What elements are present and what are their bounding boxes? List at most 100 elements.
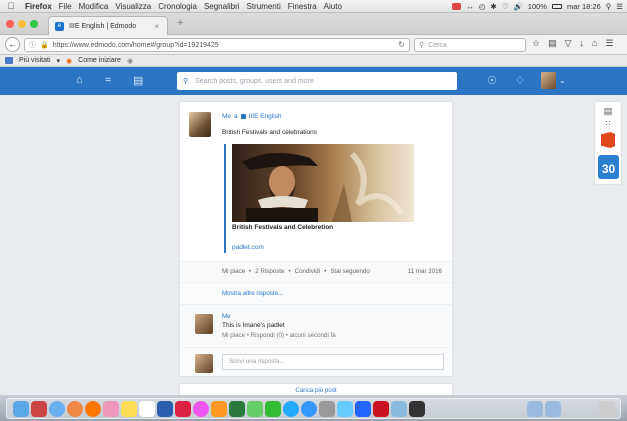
edmodo-search-input[interactable]: ⚲ Search posts, groups, users and more — [177, 72, 457, 90]
activity-nav-icon[interactable]: ≈ — [105, 74, 111, 86]
minimize-window-button[interactable] — [18, 20, 26, 28]
acrobat-icon[interactable] — [373, 401, 389, 417]
menu-strumenti[interactable]: Strumenti — [247, 2, 281, 11]
following-button[interactable]: Stai seguendo — [330, 268, 370, 275]
terminal-icon[interactable] — [409, 401, 425, 417]
new-tab-button[interactable]: + — [177, 17, 183, 29]
trash-icon[interactable] — [599, 401, 615, 417]
preview-icon[interactable] — [391, 401, 407, 417]
finder-icon[interactable] — [13, 401, 29, 417]
info-icon[interactable]: ⓘ — [29, 40, 36, 50]
chrome-icon[interactable] — [67, 401, 83, 417]
bookmarks-bar: Più visitati ▾ ◉ Come iniziare ◉ — [0, 55, 627, 67]
chevron-down-icon[interactable]: ⌄ — [559, 76, 566, 85]
url-bar[interactable]: ⓘ 🔒 https://www.edmodo.com/home#/group?i… — [24, 38, 410, 52]
app-store-icon[interactable] — [301, 401, 317, 417]
calendar-icon[interactable]: 30 — [598, 155, 619, 179]
show-more-replies-link[interactable]: Mostra altre risposte... — [222, 290, 283, 297]
link-preview-url[interactable]: padlet.com — [232, 244, 264, 251]
skype-icon[interactable] — [283, 401, 299, 417]
archive-icon[interactable]: ▤ — [595, 106, 621, 117]
bookmark-most-visited[interactable]: Più visitati — [19, 57, 51, 64]
time-machine-icon[interactable]: ◴ — [479, 2, 486, 11]
downloads-folder-icon[interactable] — [527, 401, 543, 417]
notes-icon[interactable] — [121, 401, 137, 417]
rss-icon[interactable]: ◉ — [127, 57, 133, 65]
download-icon[interactable]: ↓ — [580, 38, 585, 49]
battery-percent[interactable]: 100% — [528, 2, 547, 11]
user-avatar[interactable] — [541, 72, 556, 89]
browser-search-field[interactable]: ⚲ Cerca — [414, 38, 526, 52]
menu-file[interactable]: File — [59, 2, 72, 11]
reload-icon[interactable]: ↻ — [398, 40, 405, 49]
post-author-name[interactable]: Me — [222, 113, 231, 120]
backpack-nav-icon[interactable]: ▤ — [133, 74, 143, 87]
link-preview-title[interactable]: British Festivals and Celebretion — [232, 224, 333, 231]
back-button[interactable]: ← — [5, 37, 20, 52]
bookmarks-folder-icon — [5, 57, 13, 64]
battery-icon[interactable] — [551, 4, 562, 9]
lock-icon[interactable]: 🔒 — [40, 41, 49, 49]
url-text[interactable]: https://www.edmodo.com/home#/group?id=19… — [53, 42, 219, 49]
display-icon[interactable]: ↔ — [466, 2, 474, 11]
powerpoint-icon[interactable] — [175, 401, 191, 417]
clock[interactable]: mar 18:26 — [567, 2, 601, 11]
wifi-icon[interactable]: ♡ — [502, 2, 509, 11]
excel-icon[interactable] — [229, 401, 245, 417]
notification-center-icon[interactable]: ☰ — [616, 2, 623, 11]
tab-close-icon[interactable]: × — [154, 22, 159, 31]
menu-visualizza[interactable]: Visualizza — [115, 2, 151, 11]
notifications-bell-icon[interactable]: ♢ — [515, 74, 525, 87]
menu-modifica[interactable]: Modifica — [79, 2, 109, 11]
bookmark-getting-started[interactable]: Come iniziare — [78, 57, 121, 64]
spotlight-icon[interactable]: ⚲ — [606, 2, 612, 11]
itunes-icon[interactable] — [193, 401, 209, 417]
maps-icon[interactable] — [247, 401, 263, 417]
author-avatar[interactable] — [189, 112, 211, 137]
menu-aiuto[interactable]: Aiuto — [324, 2, 342, 11]
volume-icon[interactable]: 🔊 — [513, 2, 522, 11]
share-button[interactable]: Condividi — [295, 268, 320, 275]
close-window-button[interactable] — [6, 20, 14, 28]
documents-folder-icon[interactable] — [545, 401, 561, 417]
reply-input[interactable]: Scrivi una risposta... — [222, 354, 444, 370]
bookmark-star-icon[interactable]: ☆ — [532, 38, 540, 49]
menu-firefox[interactable]: Firefox — [25, 2, 52, 11]
safari-icon[interactable] — [49, 401, 65, 417]
reply-item: Me This is Imane's padlet Mi piace • Ris… — [180, 304, 452, 346]
apple-menu-icon[interactable]:  — [4, 1, 18, 11]
link-preview-image[interactable] — [232, 144, 414, 222]
browser-tab[interactable]: e IIIE English | Edmodo × — [48, 16, 168, 35]
menu-finestra[interactable]: Finestra — [288, 2, 317, 11]
pocket-icon[interactable]: ▽ — [565, 38, 572, 49]
reading-list-icon[interactable]: ▤ — [548, 38, 557, 49]
ibooks-icon[interactable] — [211, 401, 227, 417]
spotlight-resources-icon[interactable]: ☉ — [487, 74, 497, 87]
home-icon[interactable]: ⌂ — [592, 38, 597, 49]
mail-icon[interactable] — [452, 3, 462, 10]
link-preview[interactable]: British Festivals and Celebretion padlet… — [224, 144, 414, 253]
messages-icon[interactable] — [337, 401, 353, 417]
like-button[interactable]: Mi piace — [222, 268, 245, 275]
office-icon[interactable] — [601, 132, 615, 148]
post-group-link[interactable]: IIIE English — [249, 113, 282, 120]
word-icon[interactable] — [157, 401, 173, 417]
calendar-dock-icon[interactable] — [139, 401, 155, 417]
apps-grid-icon[interactable]: ∷ — [595, 119, 621, 128]
home-nav-icon[interactable]: ⌂ — [76, 74, 83, 86]
photos-icon[interactable] — [103, 401, 119, 417]
reply-avatar[interactable] — [195, 314, 213, 334]
replies-count-link[interactable]: 2 Risposte — [255, 268, 284, 275]
side-tools-panel: ▤ ∷ 30 — [594, 101, 622, 185]
facetime-icon[interactable] — [265, 401, 281, 417]
menu-segnalibri[interactable]: Segnalibri — [204, 2, 240, 11]
menu-cronologia[interactable]: Cronologia — [158, 2, 197, 11]
zoom-window-button[interactable] — [30, 20, 38, 28]
system-preferences-icon[interactable] — [319, 401, 335, 417]
launchpad-icon[interactable] — [31, 401, 47, 417]
reply-author[interactable]: Me — [222, 313, 231, 320]
zoom-icon[interactable] — [355, 401, 371, 417]
bluetooth-icon[interactable]: ✱ — [490, 2, 496, 11]
menu-icon[interactable]: ☰ — [605, 38, 613, 49]
firefox-icon[interactable] — [85, 401, 101, 417]
